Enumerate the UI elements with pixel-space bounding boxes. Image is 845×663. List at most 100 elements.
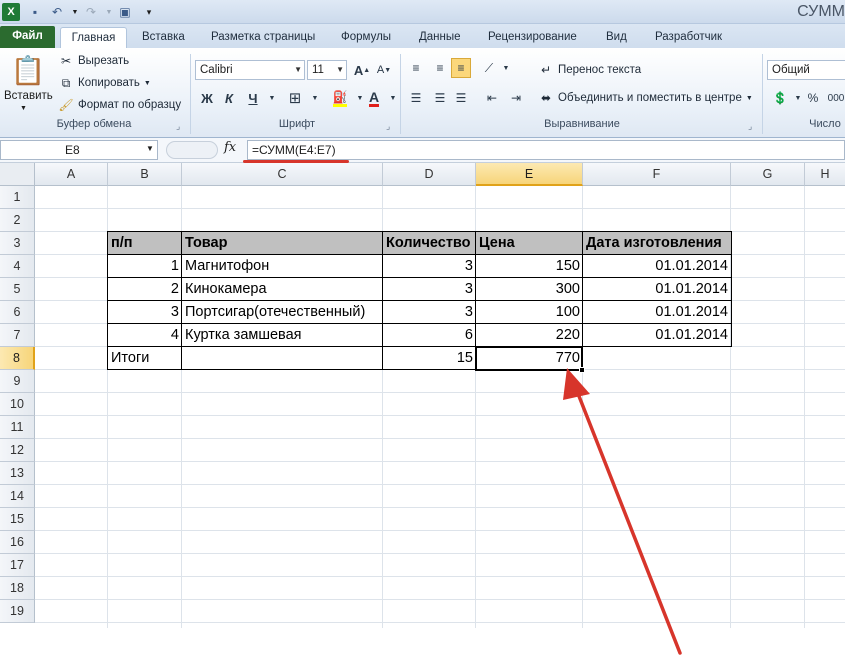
row-header[interactable]: 16 (0, 531, 35, 554)
tab-insert[interactable]: Вставка (138, 27, 189, 48)
underline-button[interactable]: Ч (243, 88, 263, 108)
align-right-icon[interactable]: ☰ (451, 88, 471, 108)
name-box[interactable]: E8 (0, 140, 158, 160)
undo-icon[interactable]: ↶ (48, 3, 66, 21)
fill-color-icon[interactable]: ⛽ (330, 88, 350, 108)
formula-bar-splitter[interactable] (166, 141, 218, 159)
select-all-button[interactable] (0, 163, 35, 186)
font-launcher-icon[interactable]: ⌟ (386, 121, 390, 132)
merge-center-label: Объединить и поместить в центре (558, 92, 742, 104)
align-bottom-icon[interactable]: ≡ (451, 58, 471, 78)
paste-dropdown-icon[interactable]: ▼ (20, 105, 27, 112)
formula-input[interactable]: =СУММ(E4:E7) (247, 140, 845, 160)
number-group-title: Число (809, 118, 841, 130)
align-top-icon[interactable]: ≡ (406, 58, 426, 78)
row-header[interactable]: 3 (0, 232, 35, 255)
row-header[interactable]: 9 (0, 370, 35, 393)
font-color-icon[interactable]: A (364, 88, 384, 108)
merge-center-button[interactable]: ⬌ Объединить и поместить в центре ▼ (538, 88, 753, 108)
increase-indent-icon[interactable]: ⇥ (506, 88, 526, 108)
row-header[interactable]: 19 (0, 600, 35, 623)
worksheet-grid[interactable]: A B C D E F G H 1 2 3 4 5 6 7 8 9 10 11 … (0, 163, 845, 655)
scissors-icon: ✂ (60, 54, 72, 68)
alignment-group-title: Выравнивание (544, 118, 620, 130)
save-icon[interactable]: ▪ (26, 3, 44, 21)
tab-file[interactable]: Файл (0, 26, 55, 48)
column-header-d[interactable]: D (383, 163, 476, 186)
currency-icon[interactable]: 💲 (770, 88, 790, 108)
percent-button[interactable]: % (803, 88, 823, 108)
column-header-e[interactable]: E (476, 163, 583, 186)
column-header-h[interactable]: H (805, 163, 845, 186)
row-header[interactable]: 13 (0, 462, 35, 485)
row-header[interactable]: 5 (0, 278, 35, 301)
paste-button[interactable]: Вставить (4, 90, 53, 102)
row-header[interactable]: 18 (0, 577, 35, 600)
column-header-f[interactable]: F (583, 163, 731, 186)
number-format-dropdown[interactable]: Общий (767, 60, 845, 80)
name-box-dropdown-icon[interactable]: ▼ (146, 144, 154, 153)
column-header-a[interactable]: A (35, 163, 108, 186)
tab-review[interactable]: Рецензирование (484, 27, 581, 48)
tab-developer[interactable]: Разработчик (651, 27, 726, 48)
copy-dropdown-icon[interactable]: ▼ (144, 80, 151, 87)
paintbrush-icon: 🖌 (58, 98, 74, 112)
decrease-font-icon[interactable]: A ▼ (374, 60, 394, 80)
align-center-icon[interactable]: ☰ (430, 88, 450, 108)
italic-button[interactable]: К (219, 88, 239, 108)
row-header[interactable]: 7 (0, 324, 35, 347)
annotation-arrow-line (573, 384, 682, 655)
row-header[interactable]: 15 (0, 508, 35, 531)
borders-icon[interactable]: ⊞ (285, 88, 305, 108)
thousands-separator-button[interactable]: 000 (826, 88, 845, 108)
customize-toolbar-icon[interactable]: ▾ (140, 3, 158, 21)
row-header[interactable]: 6 (0, 301, 35, 324)
row-header[interactable]: 10 (0, 393, 35, 416)
row-header[interactable]: 17 (0, 554, 35, 577)
redo-icon: ↷ (85, 5, 97, 19)
tab-formulas[interactable]: Формулы (337, 27, 395, 48)
column-header-b[interactable]: B (108, 163, 182, 186)
row-header[interactable]: 8 (0, 347, 35, 370)
group-divider (400, 54, 401, 134)
underline-dropdown-icon[interactable]: ▼ (262, 88, 282, 108)
font-name-dropdown[interactable]: Calibri ▼ (195, 60, 305, 80)
row-header[interactable]: 4 (0, 255, 35, 278)
font-size-dropdown[interactable]: 11 ▼ (307, 60, 347, 80)
font-size-value: 11 (312, 64, 324, 76)
clipboard-group-title: Буфер обмена (56, 118, 132, 130)
wrap-text-label: Перенос текста (558, 64, 642, 76)
print-preview-icon[interactable]: ▣ (116, 3, 134, 21)
group-divider (190, 54, 191, 134)
bold-button[interactable]: Ж (197, 88, 217, 108)
row-header[interactable]: 1 (0, 186, 35, 209)
tab-home[interactable]: Главная (60, 27, 127, 48)
clipboard-launcher-icon[interactable]: ⌟ (176, 121, 180, 132)
cut-label: Вырезать (78, 55, 130, 67)
wrap-text-button[interactable]: ↵ Перенос текста (538, 60, 641, 80)
orientation-dropdown-icon[interactable]: ▼ (496, 58, 516, 78)
cut-button[interactable]: ✂ Вырезать (58, 51, 129, 71)
paste-icon[interactable]: 📋 (10, 52, 46, 88)
row-header[interactable]: 2 (0, 209, 35, 232)
formula-bar: E8 ▼ fx =СУММ(E4:E7) (0, 138, 845, 163)
row-header[interactable]: 14 (0, 485, 35, 508)
row-header[interactable]: 12 (0, 439, 35, 462)
copy-button[interactable]: ⧉ Копировать ▼ (58, 73, 151, 93)
row-header[interactable]: 11 (0, 416, 35, 439)
borders-dropdown-icon[interactable]: ▼ (305, 88, 325, 108)
merge-dropdown-icon[interactable]: ▼ (746, 95, 753, 102)
format-painter-button[interactable]: 🖌 Формат по образцу (58, 95, 181, 115)
tab-data[interactable]: Данные (415, 27, 465, 48)
insert-function-button[interactable]: fx (224, 140, 244, 160)
decrease-indent-icon[interactable]: ⇤ (482, 88, 502, 108)
alignment-launcher-icon[interactable]: ⌟ (748, 121, 752, 132)
wrap-text-icon: ↵ (540, 63, 552, 77)
column-header-c[interactable]: C (182, 163, 383, 186)
tab-view[interactable]: Вид (602, 27, 631, 48)
align-middle-icon[interactable]: ≡ (430, 58, 450, 78)
increase-font-icon[interactable]: A ▲ (352, 60, 372, 80)
tab-page-layout[interactable]: Разметка страницы (207, 27, 319, 48)
column-header-g[interactable]: G (731, 163, 805, 186)
align-left-icon[interactable]: ☰ (406, 88, 426, 108)
